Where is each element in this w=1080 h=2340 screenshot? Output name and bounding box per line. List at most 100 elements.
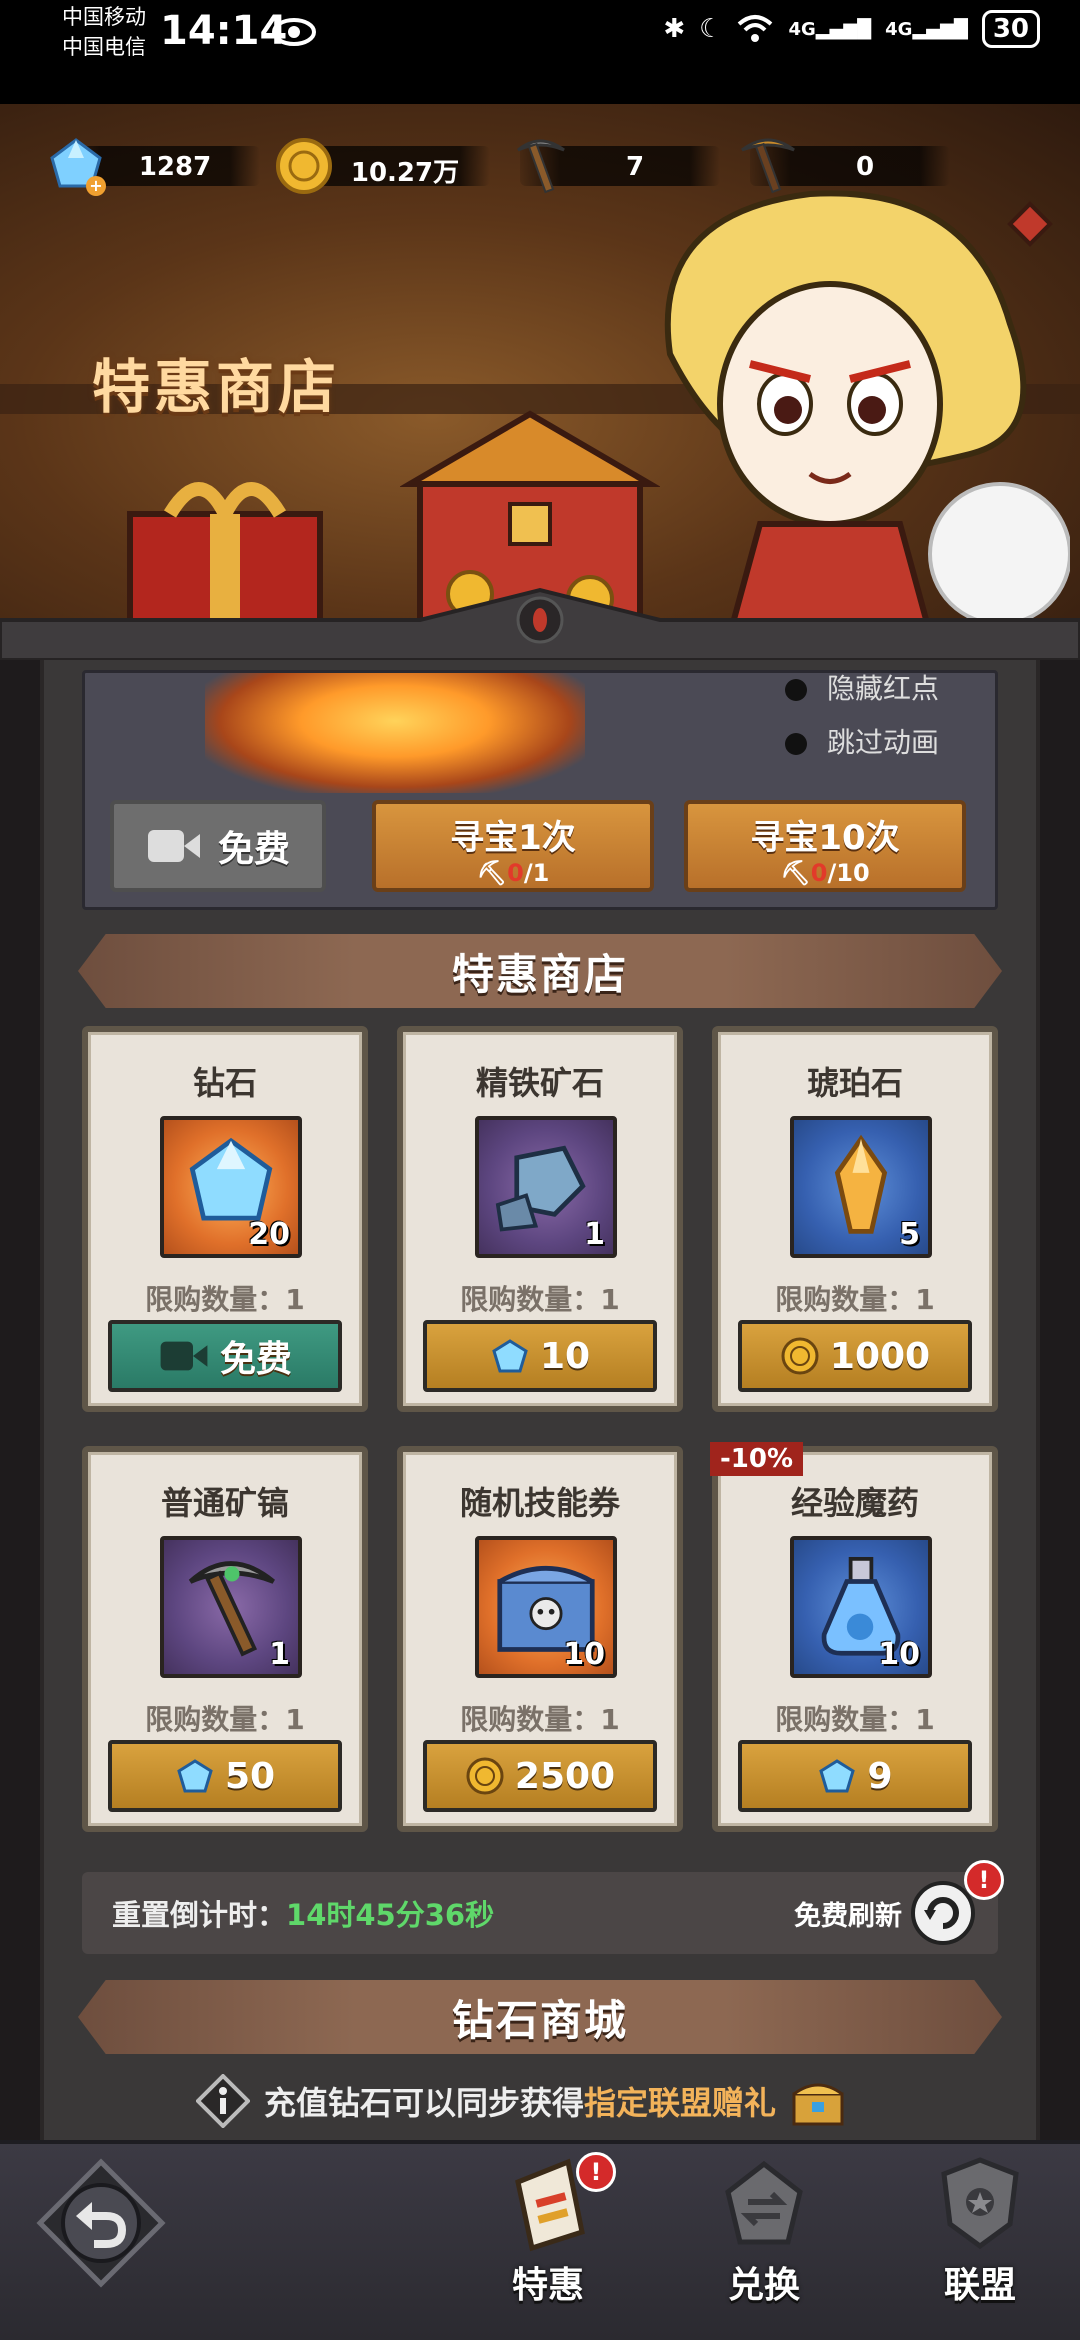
option-skip-animation[interactable]: 跳过动画 bbox=[785, 721, 939, 761]
pickaxe-icon: ⛏ bbox=[476, 859, 508, 887]
hunt-once-cost: ⛏0/1 bbox=[476, 859, 550, 887]
gift-chest-icon[interactable] bbox=[790, 2076, 846, 2126]
shop-card-common-pickaxe: 普通矿镐 1 限购数量：1 50 bbox=[82, 1446, 368, 1832]
buy-button-gold[interactable]: 2500 bbox=[423, 1740, 657, 1812]
price-label: 50 bbox=[224, 1755, 276, 1797]
hunt-once-button[interactable]: 寻宝1次 ⛏0/1 bbox=[372, 800, 654, 892]
exchange-tab-icon bbox=[725, 2160, 803, 2245]
item-quantity: 1 bbox=[584, 1217, 605, 1252]
carrier-1: 中国移动 bbox=[62, 5, 146, 29]
bluetooth-icon: ✱ bbox=[663, 14, 686, 44]
item-quantity: 5 bbox=[899, 1217, 920, 1252]
battery-indicator: 30 bbox=[981, 10, 1040, 48]
tab-label: 特惠 bbox=[511, 2265, 584, 2306]
shop-card-random-skill-ticket: 随机技能券 10 限购数量：1 2500 bbox=[397, 1446, 683, 1832]
video-icon bbox=[147, 830, 200, 862]
item-icon-box[interactable]: 10 bbox=[790, 1536, 932, 1678]
status-bar: 中国移动 中国电信 14:14 ✱ ☾ 4G▂▄▆█ 4G▂▄▆█ 30 bbox=[0, 0, 1080, 104]
reset-time: 14时45分36秒 bbox=[286, 1898, 495, 1932]
item-name: 钻石 bbox=[192, 1064, 257, 1102]
carrier-names: 中国移动 中国电信 bbox=[62, 2, 146, 62]
free-refresh-label: 免费刷新 bbox=[794, 1901, 902, 1932]
purchase-limit: 限购数量：1 bbox=[460, 1283, 620, 1316]
item-name: 经验魔药 bbox=[790, 1484, 919, 1522]
free-label: 免费 bbox=[217, 829, 290, 870]
price-label: 2500 bbox=[514, 1755, 616, 1797]
buy-button-gold[interactable]: 1000 bbox=[738, 1320, 972, 1392]
pickaxe-icon bbox=[517, 139, 565, 194]
buy-button-free-video[interactable]: 免费 bbox=[108, 1320, 342, 1392]
wifi-icon bbox=[738, 15, 773, 42]
purchase-limit: 限购数量：1 bbox=[775, 1703, 935, 1736]
purchase-limit: 限购数量：1 bbox=[460, 1703, 620, 1736]
merchant-character-art bbox=[664, 190, 1070, 624]
signal-icon-1: 4G▂▄▆█ bbox=[788, 18, 872, 40]
carrier-2: 中国电信 bbox=[62, 35, 146, 59]
refresh-alert-badge: ! bbox=[964, 1860, 1004, 1900]
pickaxe-icon: ⛏ bbox=[780, 859, 811, 887]
diamond-mall-info: 充值钻石可以同步获得指定联盟赠礼 bbox=[196, 2074, 846, 2128]
buy-button-diamond[interactable]: 9 bbox=[738, 1740, 972, 1812]
system-icons: ✱ ☾ 4G▂▄▆█ 4G▂▄▆█ 30 bbox=[663, 10, 1040, 48]
tab-label: 兑换 bbox=[727, 2265, 800, 2306]
price-label: 10 bbox=[539, 1335, 591, 1377]
item-icon-box[interactable]: 1 bbox=[160, 1536, 302, 1678]
purchase-limit: 限购数量：1 bbox=[145, 1703, 305, 1736]
discount-badge: -10% bbox=[710, 1442, 804, 1476]
tab-alert-badge: ! bbox=[576, 2152, 616, 2192]
shop-card-exp-potion: -10% 经验魔药 10 限购数量：1 9 bbox=[710, 1442, 998, 1832]
hunt-ten-cost: ⛏0/10 bbox=[780, 859, 870, 887]
item-name: 普通矿镐 bbox=[160, 1484, 289, 1522]
gold-coin-icon bbox=[781, 1337, 819, 1375]
item-name: 随机技能券 bbox=[459, 1484, 620, 1522]
radio-icon bbox=[785, 733, 807, 755]
item-icon-box[interactable]: 1 bbox=[475, 1116, 617, 1258]
back-arrow-icon[interactable] bbox=[36, 2158, 166, 2288]
shop-card-diamond: 钻石 20 限购数量：1 免费 bbox=[82, 1026, 368, 1412]
panel-frame-top bbox=[0, 587, 1080, 660]
diamond-mall-banner: 钻石商城 bbox=[78, 1980, 1002, 2054]
reset-countdown: 重置倒计时：14时45分36秒 bbox=[112, 1892, 494, 1934]
gold-coin-icon bbox=[276, 138, 332, 194]
price-label: 1000 bbox=[829, 1335, 931, 1377]
svg-text:+: + bbox=[89, 176, 102, 195]
free-hunt-video-button[interactable]: 免费 bbox=[110, 800, 326, 892]
tab-alliance[interactable]: 联盟 bbox=[910, 2152, 1050, 2308]
option-hide-red-dot[interactable]: 隐藏红点 bbox=[785, 673, 939, 707]
bottom-navigation: 特惠 ! 兑换 联盟 bbox=[0, 2140, 1080, 2340]
item-icon-box[interactable]: 10 bbox=[475, 1536, 617, 1678]
item-icon-box[interactable]: 5 bbox=[790, 1116, 932, 1258]
shop-card-refined-iron-ore: 精铁矿石 1 限购数量：1 10 bbox=[397, 1026, 683, 1412]
eye-icon bbox=[272, 18, 316, 46]
hunt-once-label: 寻宝1次 bbox=[450, 818, 576, 858]
forge-fire-art bbox=[205, 673, 585, 793]
hero-banner: + 1287 10.27万 7 0 特惠商店 bbox=[0, 104, 1080, 624]
diamond-icon bbox=[177, 1759, 213, 1793]
reset-countdown-bar: 重置倒计时：14时45分36秒 免费刷新 ! bbox=[82, 1860, 1004, 1954]
buy-button-diamond[interactable]: 50 bbox=[108, 1740, 342, 1812]
diamond-mall-title: 钻石商城 bbox=[451, 1995, 628, 2045]
info-icon[interactable] bbox=[196, 2074, 250, 2128]
diamond-add-icon[interactable]: + bbox=[44, 134, 108, 198]
purchase-limit: 限购数量：1 bbox=[775, 1283, 935, 1316]
hunt-ten-button[interactable]: 寻宝10次 ⛏0/10 bbox=[684, 800, 966, 892]
clock: 14:14 bbox=[160, 8, 288, 54]
gold-coin-icon bbox=[466, 1757, 504, 1795]
price-label: 9 bbox=[867, 1755, 893, 1797]
item-name: 琥珀石 bbox=[806, 1064, 903, 1102]
diamond-icon bbox=[819, 1759, 856, 1793]
item-quantity: 1 bbox=[269, 1637, 290, 1672]
shop-card-amber: 琥珀石 5 限购数量：1 1000 bbox=[712, 1026, 998, 1412]
hero-title: 特惠商店 bbox=[92, 353, 341, 421]
tab-exchange[interactable]: 兑换 bbox=[694, 2152, 834, 2308]
signal-icon-2: 4G▂▄▆█ bbox=[885, 18, 968, 40]
item-name: 精铁矿石 bbox=[475, 1064, 604, 1102]
price-label: 免费 bbox=[219, 1339, 292, 1380]
buy-button-diamond[interactable]: 10 bbox=[423, 1320, 657, 1392]
diamond-count: 1287 bbox=[138, 152, 212, 182]
item-quantity: 10 bbox=[878, 1637, 920, 1672]
item-icon-box[interactable]: 20 bbox=[160, 1116, 302, 1258]
item-quantity: 10 bbox=[563, 1637, 605, 1672]
alliance-shield-icon bbox=[941, 2157, 1019, 2250]
tab-special-offer[interactable]: 特惠 ! bbox=[478, 2152, 618, 2308]
